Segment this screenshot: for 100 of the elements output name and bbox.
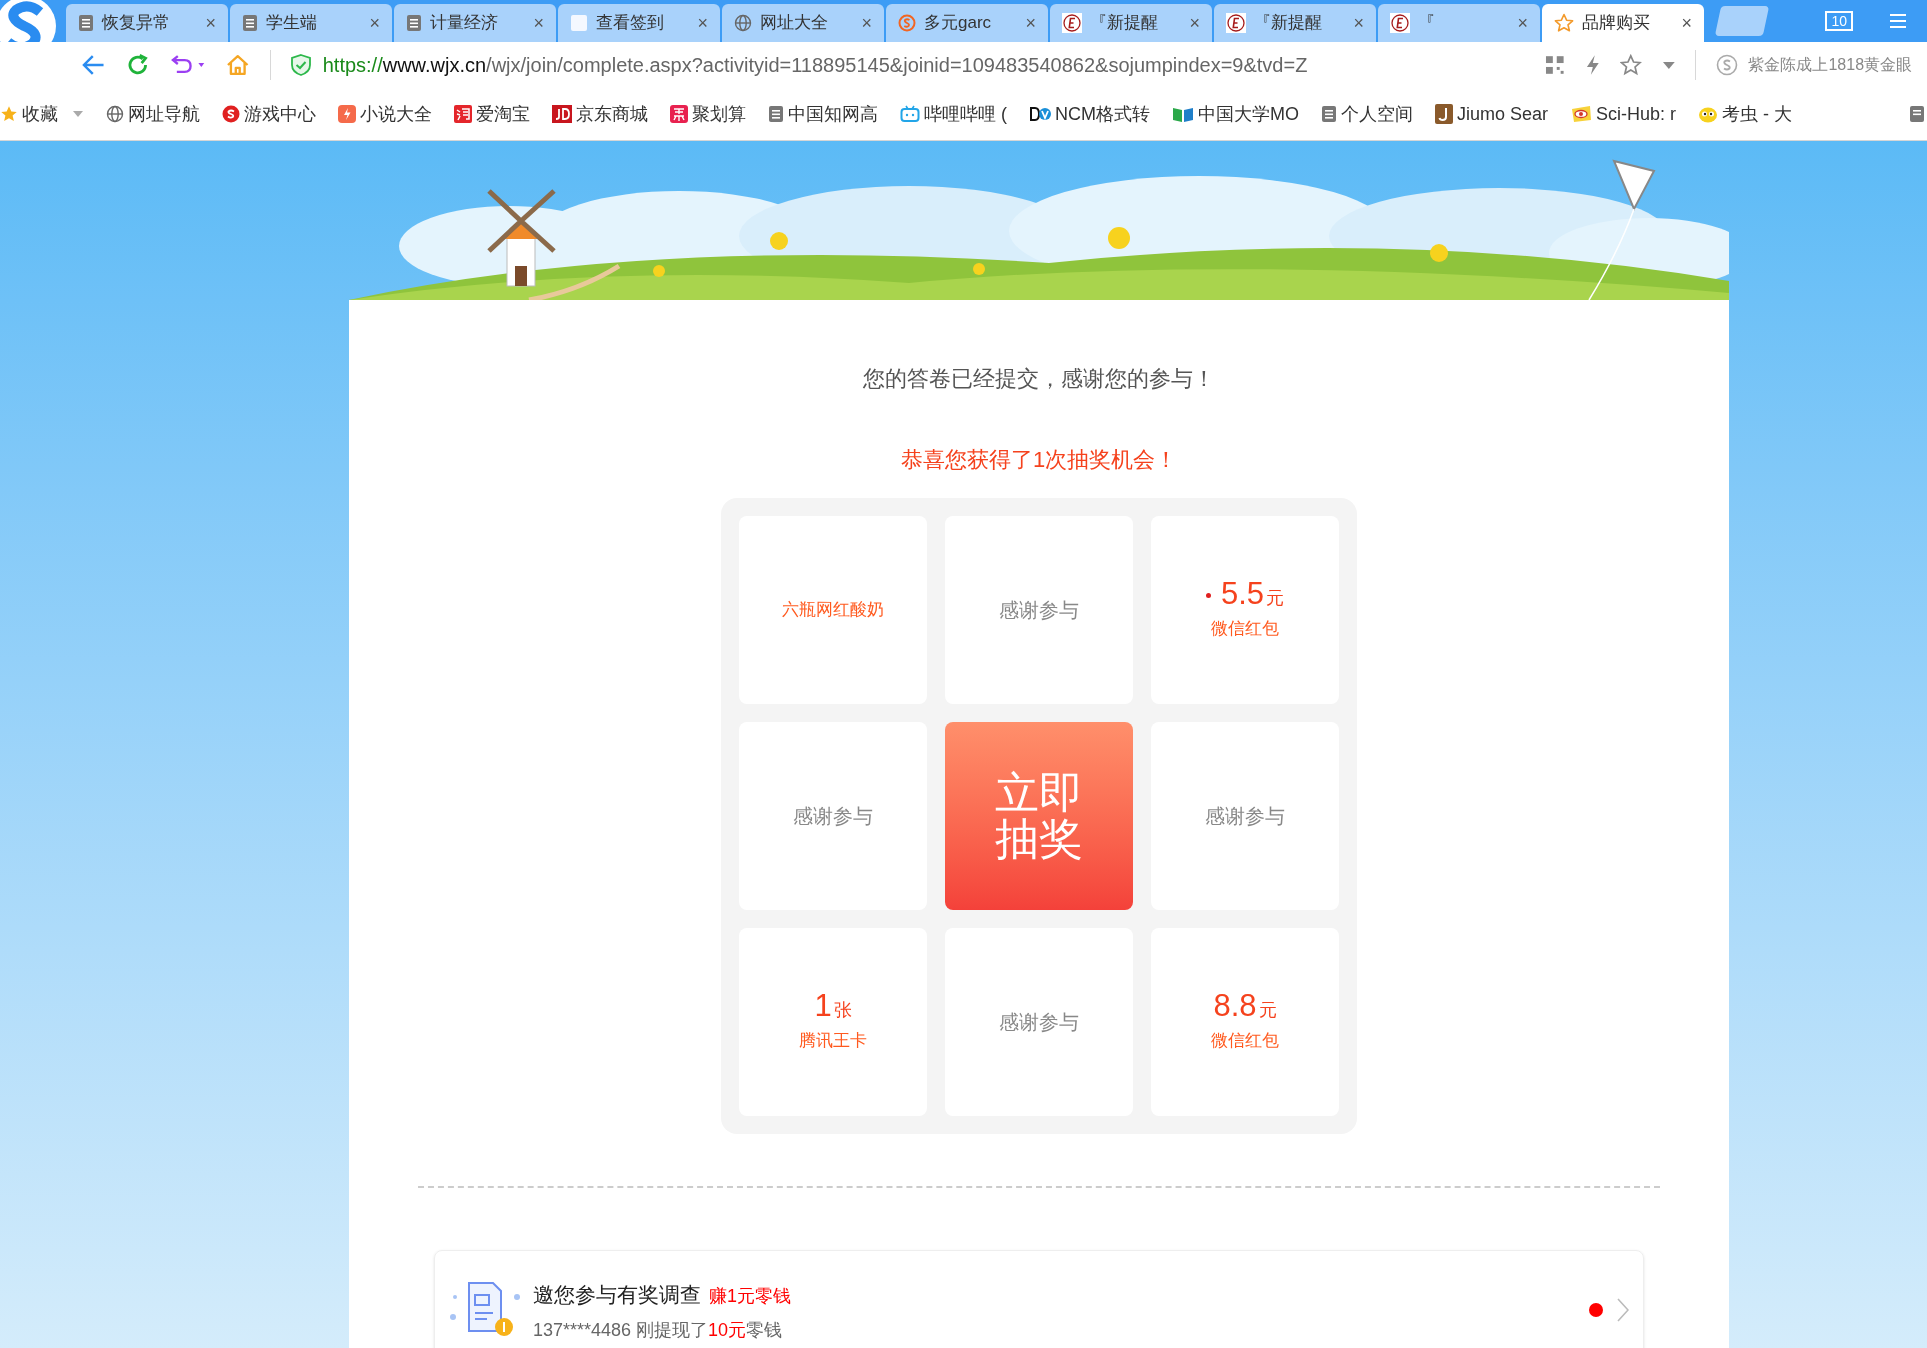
document-icon: [78, 14, 94, 32]
browser-tab[interactable]: 网址大全 ×: [722, 4, 884, 42]
lightning-icon[interactable]: [1584, 54, 1601, 76]
prize-label: 感谢参与: [793, 804, 873, 829]
tab-title: 品牌购买: [1582, 12, 1651, 35]
browser-tab[interactable]: 多元garc ×: [886, 4, 1048, 42]
star-icon: [1554, 13, 1574, 33]
tab-title: 查看签到: [596, 12, 665, 35]
eye-icon: [1570, 105, 1593, 123]
bookmark-link[interactable]: Sci-Hub: r: [1570, 100, 1677, 128]
bookmark-link[interactable]: 网址导航: [106, 100, 200, 128]
survey-document-icon: [449, 1279, 521, 1339]
document-icon: [1321, 105, 1337, 123]
prize-amount: 5.5: [1220, 578, 1265, 610]
new-tab-button[interactable]: [1714, 6, 1770, 36]
tab-title: 多元garc: [924, 12, 993, 35]
bookmark-link[interactable]: 考虫 - 大: [1698, 100, 1793, 128]
e-logo-icon: [1062, 13, 1082, 33]
dropdown-caret-icon[interactable]: [1661, 60, 1676, 70]
globe-icon: [734, 14, 752, 32]
tab-title: 『新提醒: [1090, 12, 1159, 35]
tab-title: 计量经济: [430, 12, 499, 35]
prize-label: 微信红包: [1211, 1030, 1279, 1053]
browser-tab[interactable]: 品牌购买 ×: [1542, 4, 1704, 42]
home-icon[interactable]: [226, 53, 250, 77]
dropdown-caret-icon[interactable]: [72, 110, 84, 118]
prize-unit: 元: [1266, 587, 1285, 611]
close-icon[interactable]: ×: [533, 9, 544, 37]
browser-tab[interactable]: 学生端 ×: [230, 4, 392, 42]
back-arrow-icon[interactable]: [82, 54, 106, 76]
menu-icon[interactable]: [1889, 13, 1907, 29]
browser-tab[interactable]: 计量经济 ×: [394, 4, 556, 42]
ju-logo-icon: [670, 105, 688, 123]
qr-code-icon[interactable]: [1545, 55, 1565, 75]
bookmark-link[interactable]: Jiumo Sear: [1435, 100, 1549, 128]
s-logo-icon: [898, 14, 916, 32]
url-text: https://www.wjx.cn/wjx/join/complete.aspx?activityid=118895145&joinid=109483540862&sojumpindex=9&tvd=Z: [322, 53, 1308, 78]
browser-tab[interactable]: 查看签到 ×: [558, 4, 720, 42]
bookmark-link[interactable]: 个人空间: [1321, 100, 1413, 128]
submitted-message: 您的答卷已经提交，感谢您的参与！: [863, 365, 1215, 393]
bookmark-link[interactable]: 聚划算: [670, 100, 746, 128]
jd-logo-icon: [552, 105, 572, 123]
e-logo-icon: [1390, 13, 1410, 33]
bookmark-link[interactable]: 爱淘宝: [454, 100, 530, 128]
browser-tab[interactable]: 『新提醒 ×: [1050, 4, 1212, 42]
dv-logo-icon: [1029, 105, 1051, 123]
tab-title: 『新提醒: [1254, 12, 1323, 35]
tab-title: 网址大全: [760, 12, 829, 35]
search-text: 紫金陈成上1818黄金眼: [1748, 55, 1913, 75]
e-logo-icon: [1226, 13, 1246, 33]
browser-tab[interactable]: 恢复异常 ×: [66, 4, 228, 42]
star-icon[interactable]: [1620, 54, 1642, 76]
prize-label: 微信红包: [1211, 618, 1279, 641]
bookmark-link[interactable]: 中国知网高: [768, 100, 878, 128]
search-field[interactable]: 紫金陈成上1818黄金眼: [1716, 53, 1927, 77]
document-icon: [406, 14, 422, 32]
survey-card[interactable]: 邀您参与有奖调查 赚1元零钱 137****4486 刚提现了10元零钱: [434, 1250, 1644, 1348]
prize-label: 感谢参与: [1205, 804, 1285, 829]
close-icon[interactable]: ×: [1189, 9, 1200, 37]
browser-tab[interactable]: 『新提醒 ×: [1214, 4, 1376, 42]
document-icon: [242, 14, 258, 32]
close-icon[interactable]: ×: [205, 9, 216, 37]
close-icon[interactable]: ×: [861, 9, 872, 37]
prize-unit: 元: [1258, 999, 1277, 1023]
bookmark-link[interactable]: 京东商城: [552, 100, 648, 128]
document-icon[interactable]: [1909, 105, 1925, 123]
lottery-message: 恭喜您获得了1次抽奖机会！: [900, 446, 1178, 474]
undo-icon[interactable]: [169, 54, 207, 76]
bookmark-link[interactable]: 哔哩哔哩 (: [900, 100, 1007, 128]
prize-unit: 张: [833, 999, 852, 1023]
bookmark-link[interactable]: 收藏: [0, 100, 84, 128]
star-icon: [0, 105, 18, 123]
bookmark-link[interactable]: 中国大学MO: [1172, 100, 1299, 128]
j-logo-icon: [1435, 104, 1453, 124]
close-icon[interactable]: ×: [1517, 9, 1528, 37]
withdraw-ticker: 137****4486 刚提现了10元零钱: [533, 1318, 784, 1342]
chevron-right-icon[interactable]: [1617, 1298, 1629, 1322]
tab-title: 恢复异常: [102, 12, 171, 35]
document-icon: [768, 105, 784, 123]
bookmark-link[interactable]: 小说大全: [338, 100, 432, 128]
page-icon: [570, 14, 588, 32]
prize-label: 腾讯王卡: [799, 1030, 867, 1053]
shield-check-icon: [290, 54, 311, 76]
tab-title: 『: [1418, 12, 1436, 35]
close-icon[interactable]: ×: [1025, 9, 1036, 37]
s-logo-icon: [1716, 54, 1739, 76]
address-field[interactable]: https://www.wjx.cn/wjx/join/complete.aspx?activityid=118895145&joinid=109483540862&sojumpindex=9&tvd=Z: [290, 50, 1505, 80]
close-icon[interactable]: ×: [697, 9, 708, 37]
tv-icon: [900, 105, 920, 123]
prize-amount: 1: [814, 990, 832, 1022]
close-icon[interactable]: ×: [1353, 9, 1364, 37]
survey-title: 邀您参与有奖调查: [533, 1282, 701, 1308]
close-icon[interactable]: ×: [369, 9, 380, 37]
close-icon[interactable]: ×: [1681, 9, 1692, 37]
bookmark-link[interactable]: NCM格式转: [1029, 100, 1150, 128]
globe-icon: [106, 105, 124, 123]
browser-tab[interactable]: 『 ×: [1378, 4, 1540, 42]
bug-icon: [1698, 105, 1719, 123]
bookmark-link[interactable]: 游戏中心: [222, 100, 316, 128]
prize-amount: 8.8: [1213, 990, 1257, 1022]
